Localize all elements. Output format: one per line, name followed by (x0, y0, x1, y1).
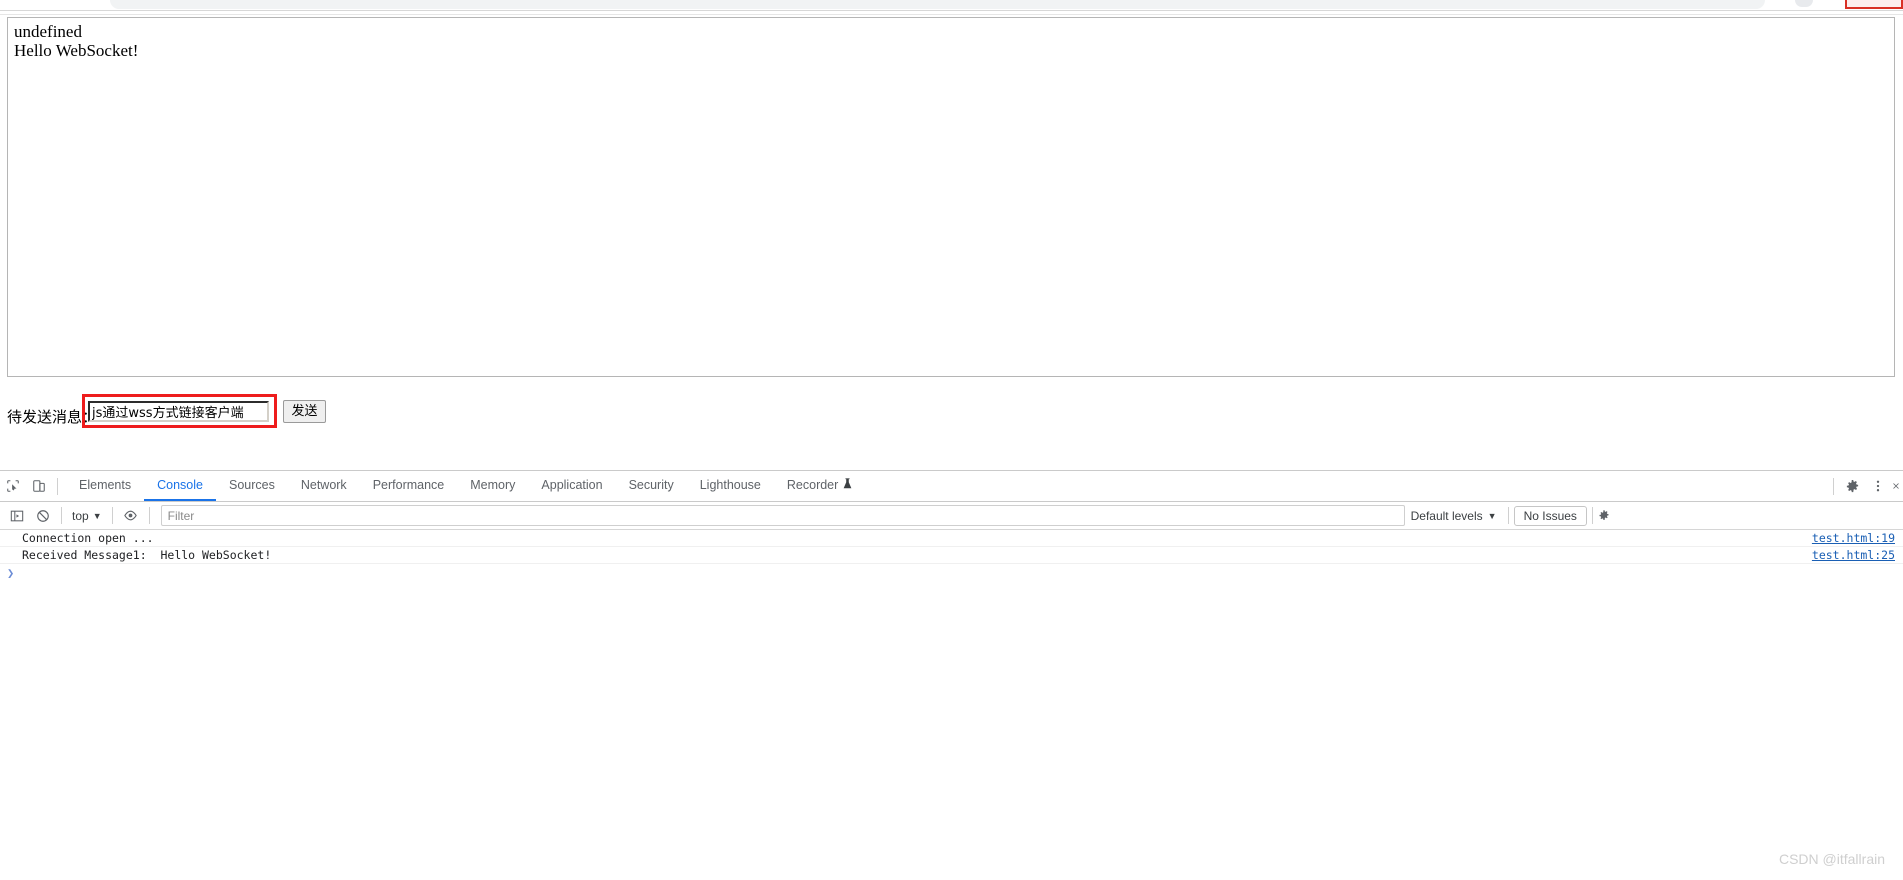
tab-elements[interactable]: Elements (66, 471, 144, 501)
chevron-down-icon: ▼ (1487, 510, 1497, 521)
tab-label: Console (157, 478, 203, 492)
console-sidebar-icon[interactable] (4, 503, 30, 529)
tab-memory[interactable]: Memory (457, 471, 528, 501)
tab-recorder[interactable]: Recorder (774, 471, 866, 501)
message-input[interactable] (88, 401, 269, 422)
log-levels-select[interactable]: Default levels ▼ (1405, 507, 1503, 525)
tab-network[interactable]: Network (288, 471, 360, 501)
devtools-toolbar-right (1828, 471, 1903, 501)
tab-sources[interactable]: Sources (216, 471, 288, 501)
send-message-label: 待发送消息： (7, 408, 98, 426)
filterbar-divider (1507, 507, 1509, 524)
send-button[interactable]: 发送 (283, 400, 326, 423)
filterbar-divider (148, 507, 150, 524)
log-levels-value: Default levels (1410, 508, 1483, 523)
inspect-element-icon[interactable] (0, 473, 26, 499)
clear-console-icon[interactable] (30, 503, 56, 529)
console-row[interactable]: Connection open ... test.html:19 (0, 530, 1903, 547)
gear-icon[interactable] (1839, 473, 1865, 499)
chevron-down-icon: ▼ (92, 510, 102, 521)
devtools-tab-list: Elements Console Sources Network Perform… (66, 471, 866, 501)
filter-input[interactable] (160, 505, 1405, 526)
console-row[interactable]: Received Message1: Hello WebSocket! test… (0, 547, 1903, 564)
prompt-chevron-icon: ❯ (7, 566, 15, 580)
tab-label: Recorder (786, 478, 839, 492)
tab-security[interactable]: Security (616, 471, 687, 501)
omnibox-fragment[interactable] (110, 0, 1765, 9)
tab-label: Lighthouse (699, 478, 761, 492)
filterbar-divider (1591, 507, 1593, 524)
tab-lighthouse[interactable]: Lighthouse (687, 471, 774, 501)
live-expression-eye-icon[interactable] (118, 503, 144, 529)
devtools-panel: Elements Console Sources Network Perform… (0, 470, 1903, 880)
device-toolbar-icon[interactable] (26, 473, 52, 499)
tab-label: Memory (470, 478, 516, 492)
tab-label: Network (300, 478, 347, 492)
browser-chrome-strip (0, 0, 1903, 10)
devtools-toolbar: Elements Console Sources Network Perform… (0, 471, 1903, 502)
message-line: Hello WebSocket! (14, 41, 139, 60)
console-filter-bar: top ▼ Default levels ▼ No Issues (0, 502, 1903, 530)
page-viewport: undefined Hello WebSocket! 待发送消息： 发送 (0, 15, 1903, 470)
console-source-link[interactable]: test.html:25 (1812, 548, 1895, 562)
tab-label: Application (541, 478, 603, 492)
gear-icon[interactable] (1598, 503, 1610, 529)
filterbar-divider (111, 507, 113, 524)
tab-console[interactable]: Console (144, 471, 216, 501)
console-message-text: Received Message1: Hello WebSocket! (22, 548, 272, 562)
tab-label: Performance (372, 478, 445, 492)
console-input-prompt[interactable]: ❯ (0, 564, 1903, 582)
execution-context-value: top (72, 508, 89, 523)
profile-avatar-fragment[interactable] (1795, 0, 1813, 7)
console-source-link[interactable]: test.html:19 (1812, 531, 1895, 545)
message-display-box: undefined Hello WebSocket! (7, 17, 1895, 377)
execution-context-select[interactable]: top ▼ (67, 507, 107, 525)
tab-label: Sources (228, 478, 275, 492)
toolbar-divider (57, 477, 58, 495)
tab-application[interactable]: Application (528, 471, 615, 501)
tab-performance[interactable]: Performance (360, 471, 458, 501)
console-message-text: Connection open ... (22, 531, 154, 545)
send-message-row: 待发送消息： 发送 (0, 391, 1903, 441)
close-icon[interactable] (1891, 473, 1901, 499)
message-line: undefined (14, 22, 82, 41)
chrome-divider (0, 10, 1903, 11)
tab-label: Elements (79, 478, 132, 492)
filterbar-divider (61, 507, 62, 524)
issues-button[interactable]: No Issues (1513, 505, 1587, 526)
toolbar-divider (1833, 477, 1834, 495)
console-message-list: Connection open ... test.html:19 Receive… (0, 530, 1903, 582)
more-vertical-icon[interactable] (1865, 473, 1891, 499)
red-annotation-fragment (1845, 0, 1903, 9)
tab-label: Security (628, 478, 674, 492)
watermark: CSDN @itfallrain (1778, 851, 1885, 867)
experiment-flask-icon (842, 477, 853, 493)
